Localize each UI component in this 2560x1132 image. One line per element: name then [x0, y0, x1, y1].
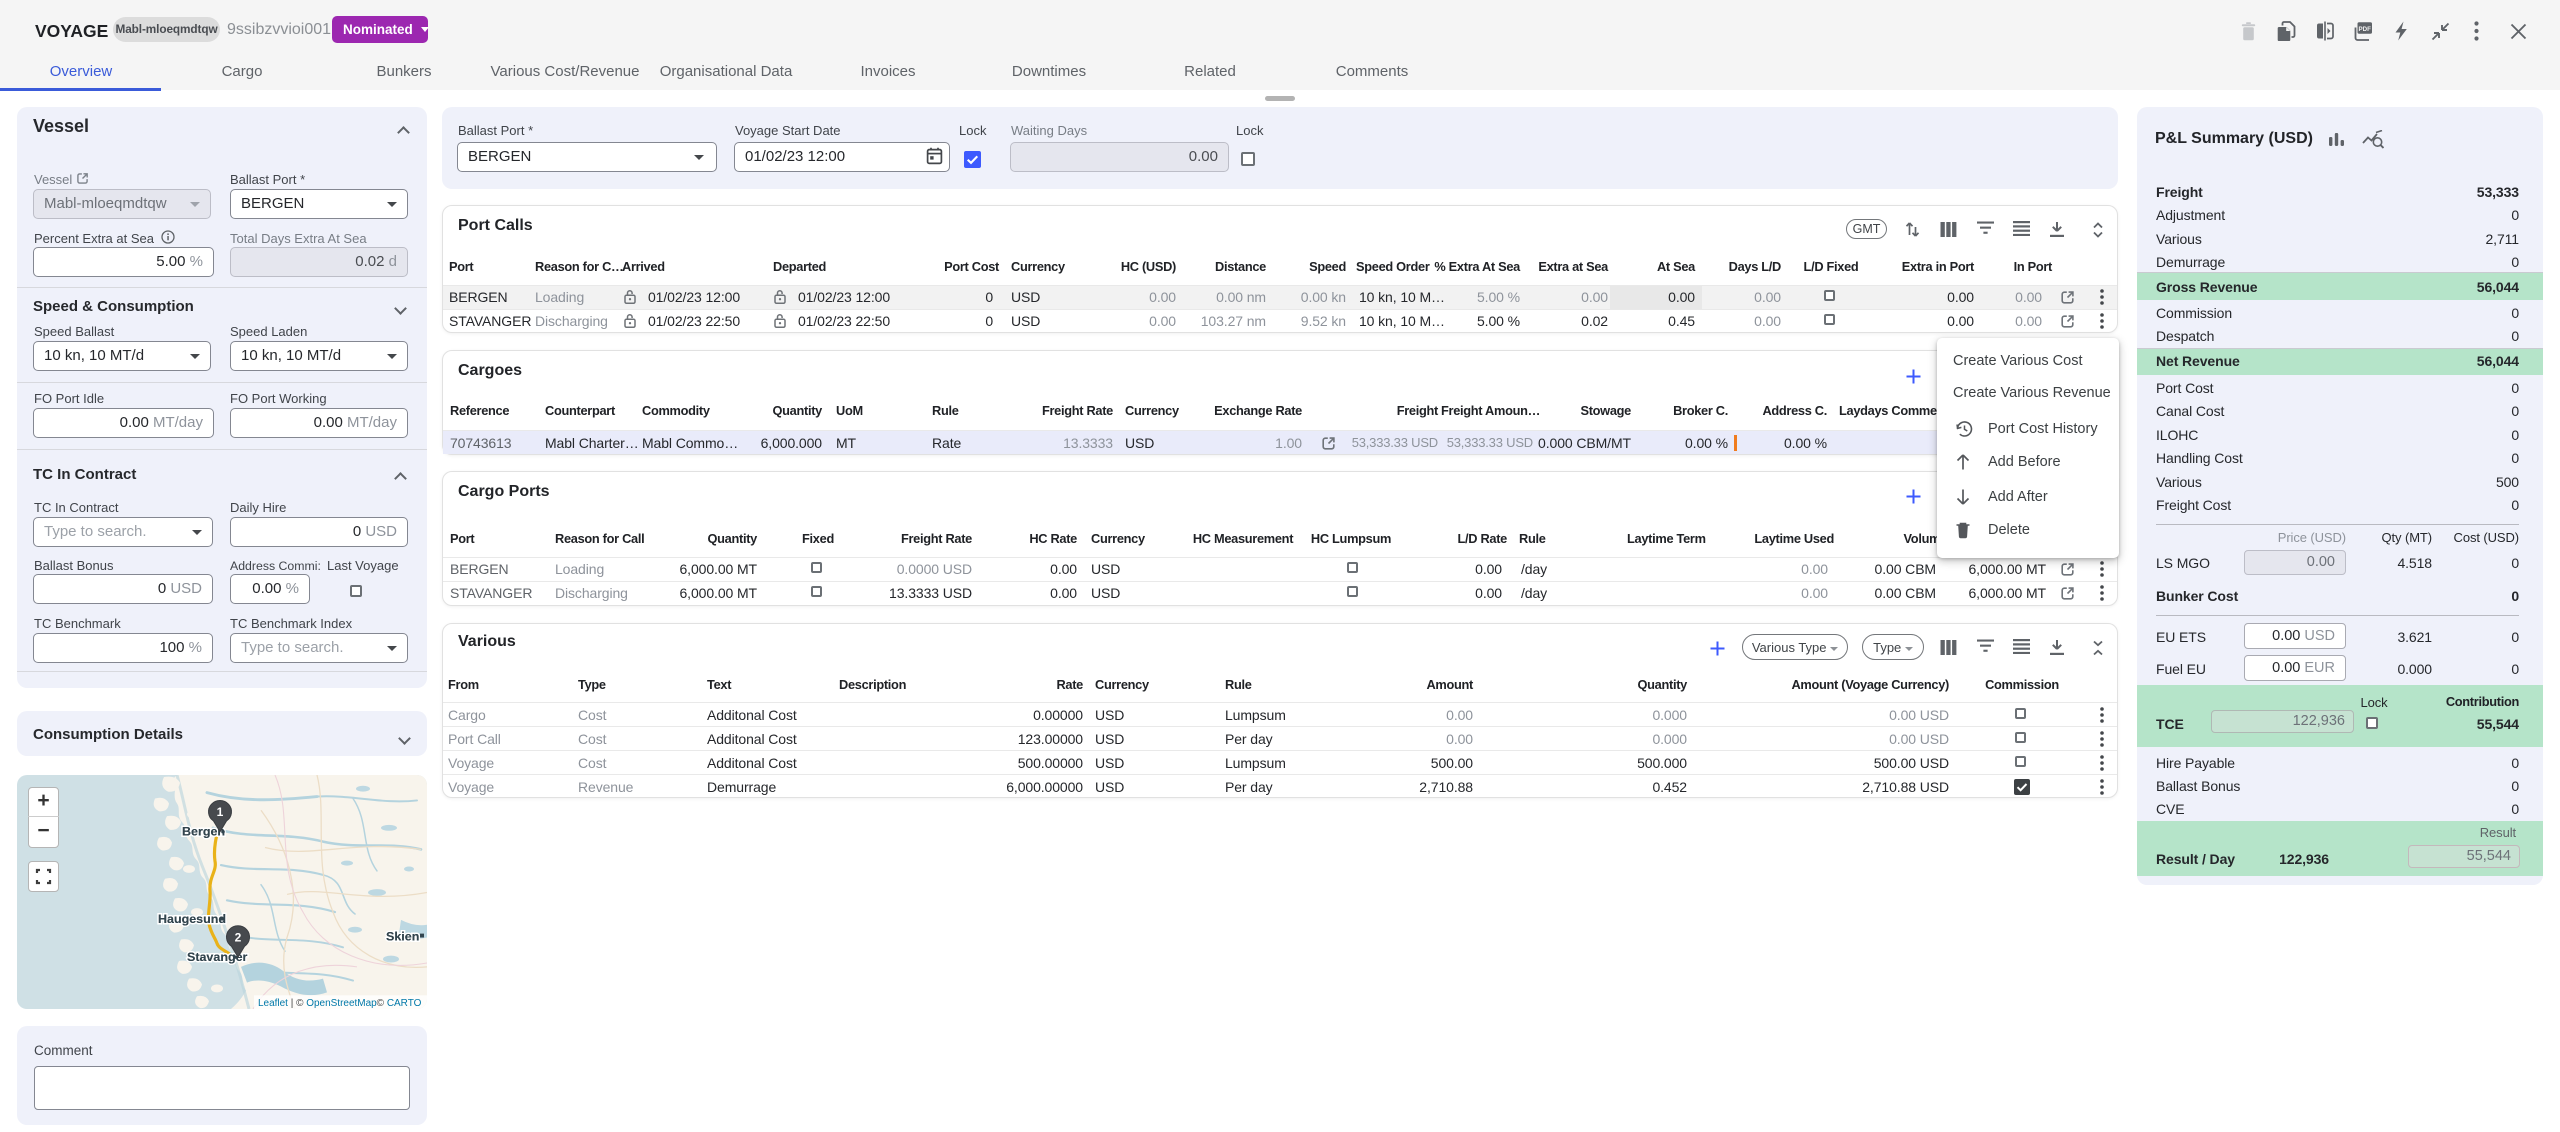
svg-text:Haugesund: Haugesund	[158, 912, 226, 926]
svg-text:Skien: Skien	[386, 930, 419, 944]
svg-text:2: 2	[235, 931, 242, 945]
svg-text:1: 1	[217, 805, 224, 819]
svg-text:PDF: PDF	[2359, 26, 2372, 33]
svg-text:Leaflet | © OpenStreetMap© CAR: Leaflet | © OpenStreetMap© CARTO	[258, 998, 422, 1009]
